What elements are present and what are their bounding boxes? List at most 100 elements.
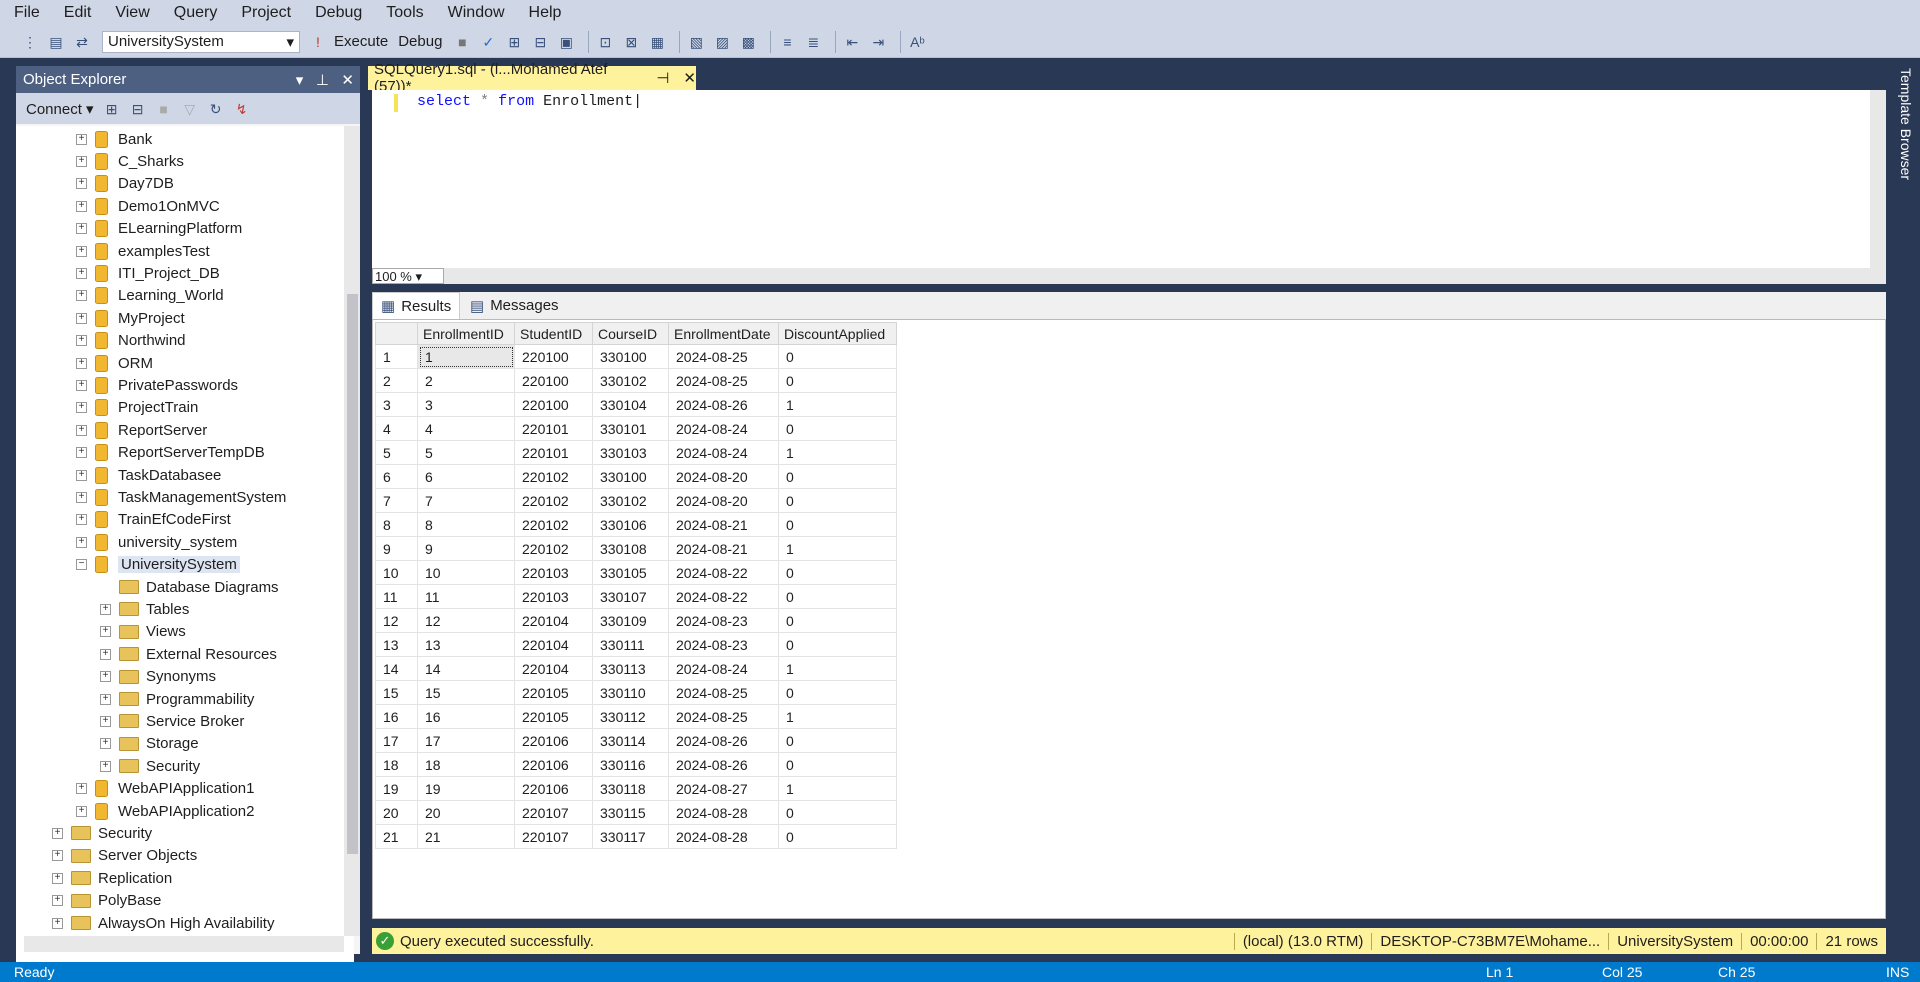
expand-icon[interactable]: + bbox=[76, 200, 87, 212]
row-number[interactable]: 19 bbox=[375, 776, 418, 801]
menu-item-debug[interactable]: Debug bbox=[315, 4, 362, 22]
row-number[interactable]: 8 bbox=[375, 512, 418, 537]
grid-cell[interactable]: 1 bbox=[778, 392, 897, 417]
grid-cell[interactable]: 330112 bbox=[592, 704, 669, 729]
grid-cell[interactable]: 220104 bbox=[514, 608, 593, 633]
grid-cell[interactable]: 0 bbox=[778, 368, 897, 393]
row-number[interactable]: 15 bbox=[375, 680, 418, 705]
expand-icon[interactable]: + bbox=[52, 872, 63, 884]
tree-node[interactable]: + ProjectTrain bbox=[76, 397, 198, 419]
grid-cell[interactable]: 2024-08-21 bbox=[668, 536, 779, 561]
grid-cell[interactable]: 220104 bbox=[514, 632, 593, 657]
table-row[interactable]: 21 21 220107 330117 2024-08-28 0 bbox=[375, 824, 897, 849]
results-grid-icon[interactable]: ▨ bbox=[712, 32, 732, 52]
query-text[interactable]: select * from Enrollment| bbox=[417, 93, 642, 110]
expand-icon[interactable]: + bbox=[100, 626, 111, 638]
tree-node[interactable]: + TaskManagementSystem bbox=[76, 486, 286, 508]
row-number[interactable]: 11 bbox=[375, 584, 418, 609]
tree-node[interactable]: + ReportServer bbox=[76, 419, 207, 441]
expand-icon[interactable]: + bbox=[76, 402, 87, 414]
grid-cell[interactable]: 220100 bbox=[514, 344, 593, 369]
expand-icon[interactable]: + bbox=[52, 850, 63, 862]
grid-cell[interactable]: 2024-08-21 bbox=[668, 512, 779, 537]
change-connection-icon[interactable]: ⇄ bbox=[72, 32, 92, 52]
expand-icon[interactable]: + bbox=[100, 603, 111, 615]
row-number[interactable]: 13 bbox=[375, 632, 418, 657]
database-select[interactable]: UniversitySystem ▾ bbox=[102, 30, 300, 53]
menu-item-query[interactable]: Query bbox=[174, 4, 218, 22]
query-designer-icon[interactable]: ⊟ bbox=[530, 32, 550, 52]
grid-cell[interactable]: 330116 bbox=[592, 752, 669, 777]
expand-icon[interactable]: + bbox=[100, 648, 111, 660]
grid-cell[interactable]: 3 bbox=[417, 392, 515, 417]
tree-node[interactable]: + Tables bbox=[100, 598, 189, 620]
display-plan-icon[interactable]: ⊞ bbox=[504, 32, 524, 52]
grid-cell[interactable]: 7 bbox=[417, 488, 515, 513]
tree-node[interactable]: + TrainEfCodeFirst bbox=[76, 509, 231, 531]
expand-icon[interactable]: + bbox=[76, 514, 87, 526]
activity-monitor-icon[interactable]: ↯ bbox=[232, 99, 252, 119]
grid-cell[interactable]: 330102 bbox=[592, 368, 669, 393]
grid-cell[interactable]: 0 bbox=[778, 800, 897, 825]
tree-node[interactable]: + MyProject bbox=[76, 307, 185, 329]
tree-node[interactable]: + ORM bbox=[76, 352, 153, 374]
disconnect-icon[interactable]: ⊟ bbox=[128, 99, 148, 119]
grid-cell[interactable]: 8 bbox=[417, 512, 515, 537]
grid-cell[interactable]: 220105 bbox=[514, 680, 593, 705]
tree-horizontal-scrollbar[interactable] bbox=[24, 936, 344, 952]
tree-node[interactable]: + Day7DB bbox=[76, 173, 174, 195]
grid-cell[interactable]: 0 bbox=[778, 632, 897, 657]
expand-icon[interactable]: + bbox=[52, 895, 63, 907]
table-row[interactable]: 15 15 220105 330110 2024-08-25 0 bbox=[375, 680, 897, 705]
tree-node[interactable]: + examplesTest bbox=[76, 240, 210, 262]
table-row[interactable]: 4 4 220101 330101 2024-08-24 0 bbox=[375, 416, 897, 441]
expand-icon[interactable]: + bbox=[100, 715, 111, 727]
grid-cell[interactable]: 220102 bbox=[514, 488, 593, 513]
grid-cell[interactable]: 20 bbox=[417, 800, 515, 825]
results-text-icon[interactable]: ▧ bbox=[686, 32, 706, 52]
grid-cell[interactable]: 2024-08-26 bbox=[668, 752, 779, 777]
tree-node[interactable]: + ELearningPlatform bbox=[76, 218, 242, 240]
table-row[interactable]: 18 18 220106 330116 2024-08-26 0 bbox=[375, 752, 897, 777]
grid-cell[interactable]: 1 bbox=[778, 776, 897, 801]
grid-cell[interactable]: 220103 bbox=[514, 584, 593, 609]
row-number[interactable]: 17 bbox=[375, 728, 418, 753]
grid-cell[interactable]: 220104 bbox=[514, 656, 593, 681]
table-row[interactable]: 11 11 220103 330107 2024-08-22 0 bbox=[375, 584, 897, 609]
table-row[interactable]: 9 9 220102 330108 2024-08-21 1 bbox=[375, 536, 897, 561]
column-header[interactable]: StudentID bbox=[514, 322, 593, 345]
expand-icon[interactable]: + bbox=[76, 335, 87, 347]
grid-cell[interactable]: 2024-08-20 bbox=[668, 488, 779, 513]
row-number[interactable]: 1 bbox=[375, 344, 418, 369]
grid-cell[interactable]: 6 bbox=[417, 464, 515, 489]
table-row[interactable]: 7 7 220102 330102 2024-08-20 0 bbox=[375, 488, 897, 513]
grid-cell[interactable]: 21 bbox=[417, 824, 515, 849]
grid-cell[interactable]: 330108 bbox=[592, 536, 669, 561]
grid-cell[interactable]: 330106 bbox=[592, 512, 669, 537]
grid-cell[interactable]: 330107 bbox=[592, 584, 669, 609]
grid-cell[interactable]: 220106 bbox=[514, 728, 593, 753]
menu-item-window[interactable]: Window bbox=[448, 4, 505, 22]
table-row[interactable]: 5 5 220101 330103 2024-08-24 1 bbox=[375, 440, 897, 465]
row-number[interactable]: 3 bbox=[375, 392, 418, 417]
expand-icon[interactable]: + bbox=[76, 536, 87, 548]
grid-cell[interactable]: 330114 bbox=[592, 728, 669, 753]
refresh-icon[interactable]: ↻ bbox=[206, 99, 226, 119]
tree-node[interactable]: + AlwaysOn High Availability bbox=[52, 912, 274, 934]
grid-cell[interactable]: 2024-08-24 bbox=[668, 440, 779, 465]
tree-node[interactable]: Database Diagrams bbox=[100, 576, 279, 598]
table-row[interactable]: 19 19 220106 330118 2024-08-27 1 bbox=[375, 776, 897, 801]
expand-icon[interactable]: + bbox=[76, 312, 87, 324]
grid-cell[interactable]: 220100 bbox=[514, 392, 593, 417]
grid-cell[interactable]: 0 bbox=[778, 728, 897, 753]
tree-node[interactable]: + Views bbox=[100, 621, 186, 643]
grid-cell[interactable]: 2024-08-25 bbox=[668, 680, 779, 705]
tree-node[interactable]: + Bank bbox=[76, 128, 152, 150]
connect-db-icon[interactable]: ⊞ bbox=[102, 99, 122, 119]
grid-cell[interactable]: 16 bbox=[417, 704, 515, 729]
expand-icon[interactable]: + bbox=[76, 379, 87, 391]
grid-cell[interactable]: 2024-08-22 bbox=[668, 584, 779, 609]
grid-cell[interactable]: 220100 bbox=[514, 368, 593, 393]
grid-cell[interactable]: 330101 bbox=[592, 416, 669, 441]
grid-cell[interactable]: 330105 bbox=[592, 560, 669, 585]
